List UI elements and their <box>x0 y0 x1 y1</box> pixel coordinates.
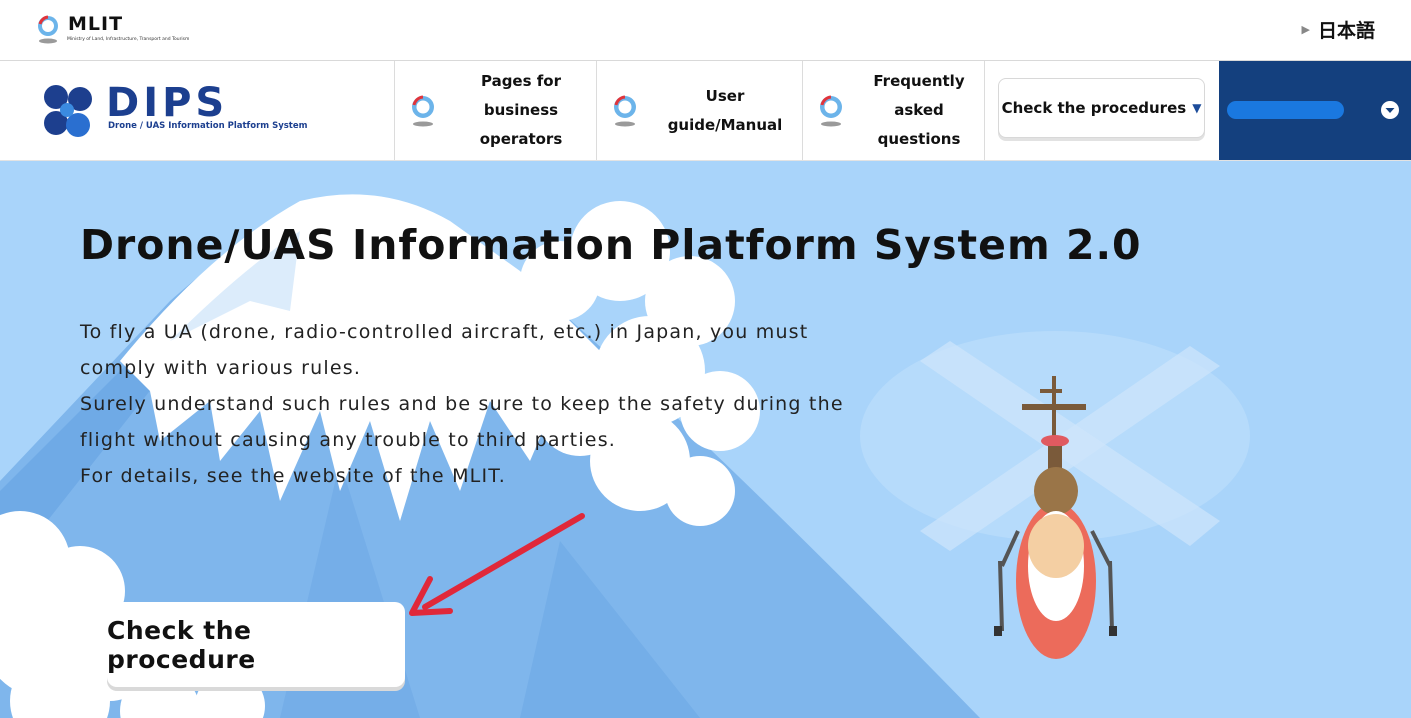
mlit-logo-text: MLIT <box>68 13 124 35</box>
mlit-emblem-icon <box>820 95 842 126</box>
mlit-logo[interactable]: MLIT Ministry of Land, Infrastructure, T… <box>36 13 206 48</box>
mlit-emblem-icon <box>38 15 58 44</box>
nav-business-operators[interactable]: Pages for business operators <box>394 61 597 160</box>
mlit-emblem-icon <box>614 95 636 126</box>
dips-logo[interactable]: DIPS Drone / UAS Information Platform Sy… <box>36 79 307 145</box>
check-procedures-label: Check the procedures <box>1001 99 1187 117</box>
language-label: 日本語 <box>1317 20 1375 42</box>
top-bar: MLIT Ministry of Land, Infrastructure, T… <box>0 0 1411 61</box>
nav-label-line: operators <box>479 130 563 148</box>
dips-logo-text: DIPS <box>106 80 229 126</box>
hero-description-line: flight without causing any trouble to th… <box>80 429 617 451</box>
nav-user-guide[interactable]: User guide/Manual <box>596 61 803 160</box>
user-name <box>1227 101 1344 119</box>
check-the-procedure-button[interactable]: Check the procedure <box>107 602 405 687</box>
nav-label-line: Frequently <box>873 72 965 90</box>
nav-label-line: asked questions <box>877 101 961 148</box>
dips-emblem-icon <box>44 85 92 137</box>
nav-business-operators-label: Pages for business operators <box>445 67 597 154</box>
nav-faq[interactable]: Frequently asked questions <box>802 61 985 160</box>
mlit-logo-subtitle: Ministry of Land, Infrastructure, Transp… <box>67 37 190 42</box>
nav-label-line: Pages for business <box>480 72 561 119</box>
chevron-down-circle-icon <box>1381 101 1399 119</box>
hero-description-line: comply with various rules. <box>80 357 362 379</box>
user-menu[interactable] <box>1219 61 1411 160</box>
hero-description-line: To fly a UA (drone, radio-controlled air… <box>80 321 809 343</box>
mlit-emblem-icon <box>412 95 434 126</box>
hero-banner: Drone/UAS Information Platform System 2.… <box>0 161 1411 718</box>
hero-title: Drone/UAS Information Platform System 2.… <box>80 221 1142 269</box>
hero-description-line: Surely understand such rules and be sure… <box>80 393 844 415</box>
check-procedures-dropdown[interactable]: Check the procedures ▼ <box>998 78 1205 138</box>
nav-faq-label: Frequently asked questions <box>853 67 985 154</box>
nav-bar: DIPS Drone / UAS Information Platform Sy… <box>0 61 1411 161</box>
dips-logo-subtitle: Drone / UAS Information Platform System <box>108 121 308 131</box>
hero-description-line: For details, see the website of the MLIT… <box>80 465 507 487</box>
language-link[interactable]: ▶ 日本語 <box>1302 16 1375 43</box>
caret-down-icon: ▼ <box>1192 101 1202 115</box>
nav-user-guide-label: User guide/Manual <box>667 86 783 134</box>
triangle-right-icon: ▶ <box>1301 23 1310 36</box>
hero-description: To fly a UA (drone, radio-controlled air… <box>80 314 860 494</box>
